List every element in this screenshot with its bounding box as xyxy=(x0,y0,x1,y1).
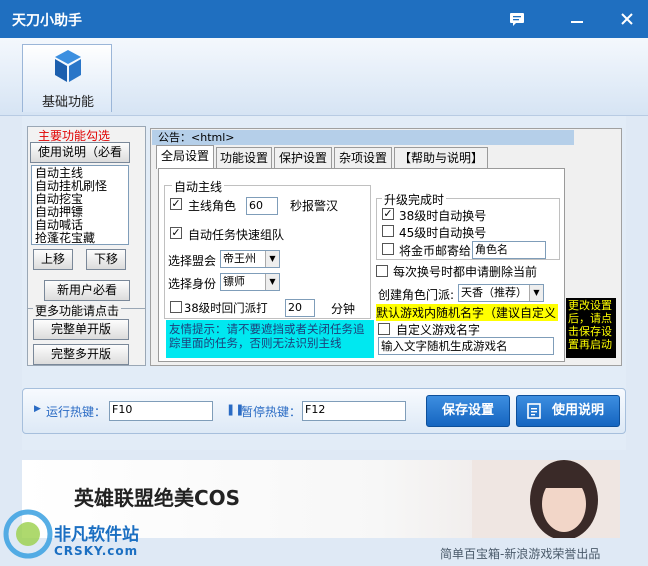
tab-help[interactable]: 【帮助与说明】 xyxy=(394,147,488,169)
chevron-down-icon: ▼ xyxy=(529,285,543,301)
alliance-label: 选择盟会 xyxy=(168,254,217,268)
custom-name-checkbox[interactable] xyxy=(378,323,390,335)
quick-team-label: 自动任务快速组队 xyxy=(188,228,285,242)
function-list[interactable]: 自动主线 自动挂机刷怪 自动挖宝 自动押镖 自动喊话 抢蓬花宝藏 xyxy=(31,165,129,245)
level45-label: 45级时自动换号 xyxy=(399,226,487,240)
new-user-button[interactable]: 新用户必看 xyxy=(44,280,130,301)
move-up-button[interactable]: 上移 xyxy=(33,249,73,270)
alliance-select[interactable]: 帝王州 ▼ xyxy=(220,250,280,268)
identity-value: 镖师 xyxy=(223,275,245,288)
single-version-button[interactable]: 完整单开版 xyxy=(33,319,129,340)
mainline-role-suffix: 秒报警汉 xyxy=(290,199,339,213)
create-sect-select[interactable]: 天香（推荐） ▼ xyxy=(458,284,544,302)
mainline-role-checkbox[interactable]: ✓ xyxy=(170,198,182,210)
level38-label: 38级时自动换号 xyxy=(399,209,487,223)
alliance-value: 帝王州 xyxy=(223,252,256,265)
move-down-button[interactable]: 下移 xyxy=(86,249,126,270)
watermark-domain: CRSKY.com xyxy=(54,544,139,558)
identity-select[interactable]: 镖师 ▼ xyxy=(220,273,280,291)
multi-version-button[interactable]: 完整多开版 xyxy=(33,344,129,365)
level38-checkbox[interactable]: ✓ xyxy=(382,208,394,220)
notice-bar: 公告：<html> xyxy=(152,130,574,145)
help-button-label: 使用说明 xyxy=(551,403,604,418)
tab-protect[interactable]: 保护设置 xyxy=(274,147,332,169)
return-sect-label: 38级时回门派打 xyxy=(184,301,268,315)
chevron-down-icon: ▼ xyxy=(265,274,279,290)
return-sect-input[interactable]: 20 xyxy=(285,299,315,317)
mail-gold-checkbox[interactable] xyxy=(382,243,394,255)
run-hotkey-label: 运行热键： xyxy=(46,405,107,419)
create-sect-label: 创建角色门派: xyxy=(378,288,455,302)
friendly-hint: 友情提示：请不要遮挡或者关闭任务追踪里面的任务，否则无法识别主线 xyxy=(166,320,374,358)
pause-hotkey-label: 暂停热键： xyxy=(241,405,302,419)
identity-label: 选择身份 xyxy=(168,277,217,291)
document-icon xyxy=(526,403,542,422)
watermark-title: 非凡软件站 xyxy=(54,525,139,545)
custom-name-input[interactable]: 输入文字随机生成游戏名 xyxy=(378,337,554,355)
banner-photo xyxy=(472,460,620,538)
cube-icon xyxy=(55,50,81,82)
custom-name-label: 自定义游戏名字 xyxy=(396,323,481,337)
list-item[interactable]: 抢蓬花宝藏 xyxy=(35,232,125,245)
more-function-title: 更多功能请点击 xyxy=(33,302,122,319)
create-sect-value: 天香（推荐） xyxy=(461,286,527,299)
close-icon[interactable] xyxy=(616,8,638,30)
chevron-down-icon: ▼ xyxy=(265,251,279,267)
run-hotkey-input[interactable]: F10 xyxy=(109,401,213,421)
tab-function[interactable]: 功能设置 xyxy=(216,147,272,169)
apply-delete-label: 每次换号时都申请删除当前 xyxy=(393,265,538,279)
nav-tab-basic[interactable]: 基础功能 xyxy=(22,44,112,112)
pause-hotkey-input[interactable]: F12 xyxy=(302,401,406,421)
window-title: 天刀小助手 xyxy=(12,13,82,29)
minimize-icon[interactable] xyxy=(566,8,588,30)
return-sect-suffix: 分钟 xyxy=(331,302,356,316)
tab-misc[interactable]: 杂项设置 xyxy=(334,147,392,169)
play-icon: ▶ xyxy=(34,404,41,414)
mainline-role-input[interactable]: 60 xyxy=(246,197,278,215)
mainline-group-title: 自动主线 xyxy=(172,178,225,195)
return-sect-checkbox[interactable] xyxy=(170,301,182,313)
nav-tab-label: 基础功能 xyxy=(41,95,94,110)
apply-delete-checkbox[interactable] xyxy=(376,265,388,277)
tab-global[interactable]: 全局设置 xyxy=(156,145,214,169)
mainline-role-label: 主线角色 xyxy=(188,199,237,213)
save-reminder-note: 更改设置后，请点击保存设置再启动 xyxy=(566,298,616,358)
mail-gold-label: 将金币邮寄给 xyxy=(399,244,472,258)
chat-icon[interactable] xyxy=(506,8,528,30)
quick-team-checkbox[interactable]: ✓ xyxy=(170,227,182,239)
mail-role-input[interactable]: 角色名 xyxy=(472,241,546,259)
save-settings-button[interactable]: 保存设置 xyxy=(426,395,510,427)
random-name-notice: 默认游戏内随机名字（建议自定义 xyxy=(376,304,558,321)
footer-credit: 简单百宝箱-新浪游戏荣誉出品 xyxy=(440,547,601,561)
upgrade-group-title: 升级完成时 xyxy=(382,191,447,208)
level45-checkbox[interactable] xyxy=(382,225,394,237)
help-must-read-button[interactable]: 使用说明（必看 xyxy=(30,142,130,163)
title-bar: 天刀小助手 xyxy=(0,0,648,38)
